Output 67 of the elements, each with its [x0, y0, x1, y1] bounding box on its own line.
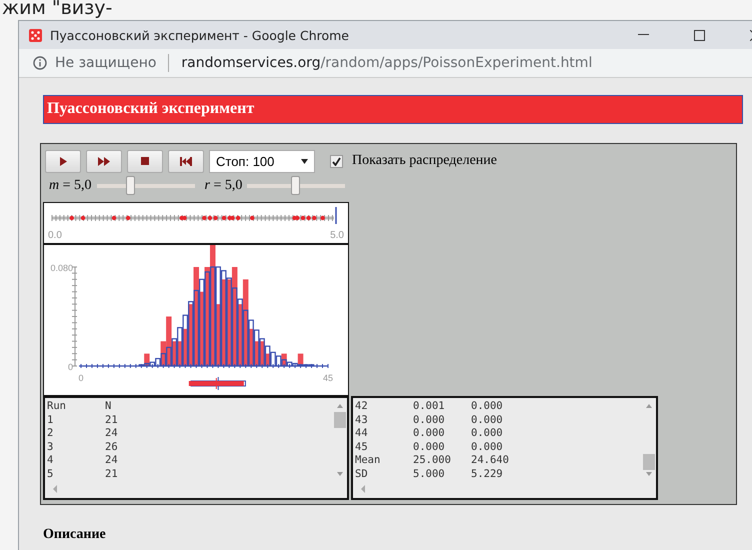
table-cell-text: 44 — [355, 427, 369, 441]
table-cell-text: 5 — [47, 468, 54, 482]
run-button[interactable] — [86, 150, 122, 172]
slider-label: m = 5,0 — [49, 178, 92, 194]
table-cell-text: 3 — [47, 440, 54, 454]
dice-icon — [29, 28, 42, 42]
axis-label: 45 — [323, 373, 333, 383]
slider-thumb[interactable] — [126, 176, 135, 195]
histogram-bar — [144, 354, 150, 366]
minimize-icon[interactable] — [638, 34, 648, 36]
fast-forward-icon — [98, 156, 110, 166]
histogram-bar — [281, 354, 287, 366]
url-host[interactable]: randomservices.org — [181, 55, 321, 71]
column-header: Run — [47, 400, 67, 414]
caret-icon[interactable] — [301, 158, 308, 164]
table-cell-text: 0.001 — [413, 400, 446, 414]
slider-label: r = 5,0 — [204, 178, 242, 194]
table-cell-text: 5.000 — [413, 468, 446, 482]
security-label[interactable]: Не защищено — [55, 55, 156, 71]
table-cell-text: 24.640 — [471, 454, 510, 468]
column-header: N — [105, 400, 112, 414]
page-heading: Пуассоновский эксперимент — [43, 95, 743, 124]
table-cell-text: 24 — [105, 427, 119, 441]
reset-icon — [180, 156, 192, 166]
scroll-left-icon[interactable] — [361, 485, 365, 493]
table-cell-text: 25.000 — [413, 454, 452, 468]
table-cell-text: 0.000 — [413, 440, 446, 454]
axis-label: 0.0 — [48, 230, 62, 241]
checkbox[interactable] — [330, 154, 343, 168]
window-title: Пуассоновский эксперимент - Google Chrome — [50, 28, 350, 42]
stop-select[interactable]: Стоп: 100 — [209, 150, 315, 172]
reset-button[interactable] — [168, 150, 204, 172]
table-cell-text: 24 — [105, 454, 119, 468]
step-button[interactable] — [45, 150, 81, 172]
stop-button[interactable] — [127, 150, 163, 172]
table-cell-text: 0.000 — [471, 400, 504, 414]
checkbox-label: Показать распределение — [352, 153, 497, 169]
table-cell-text: 0.000 — [471, 427, 504, 441]
table-cell-text: 5.229 — [471, 468, 504, 482]
background-text: жим "визу- — [2, 0, 114, 16]
play-icon — [60, 156, 66, 166]
table-cell-text: 0.000 — [413, 427, 446, 441]
table-cell-text: 4 — [47, 454, 54, 468]
maximize-icon[interactable] — [694, 30, 704, 40]
table-cell-text: 0.000 — [471, 440, 504, 454]
table-cell-text: Mean — [355, 454, 382, 468]
table-cell-text: 26 — [105, 440, 119, 454]
table-cell-text: 21 — [105, 414, 119, 428]
axis-label: 5.0 — [330, 230, 344, 241]
section-heading: Описание — [43, 527, 107, 543]
scroll-left-icon[interactable] — [53, 485, 57, 493]
table-cell-text: 0.000 — [471, 414, 504, 428]
histogram-bar — [298, 354, 304, 366]
table-cell-text: 42 — [355, 400, 369, 414]
table-cell-text: 21 — [105, 468, 119, 482]
table-cell-text: SD — [355, 468, 369, 482]
axis-label: 0 — [78, 373, 84, 383]
url-path[interactable]: /random/apps/PoissonExperiment.html — [320, 55, 592, 71]
axis-label: 0.080 — [50, 263, 73, 273]
stop-icon — [141, 157, 149, 165]
info-icon[interactable] — [33, 56, 47, 70]
table-cell-text: 45 — [355, 440, 369, 454]
slider-thumb[interactable] — [291, 176, 300, 195]
table-cell-text: 1 — [47, 414, 54, 428]
table-cell-text: 2 — [47, 427, 54, 441]
table-cell-text: 0.000 — [413, 414, 446, 428]
table-cell-text: 43 — [355, 414, 369, 428]
